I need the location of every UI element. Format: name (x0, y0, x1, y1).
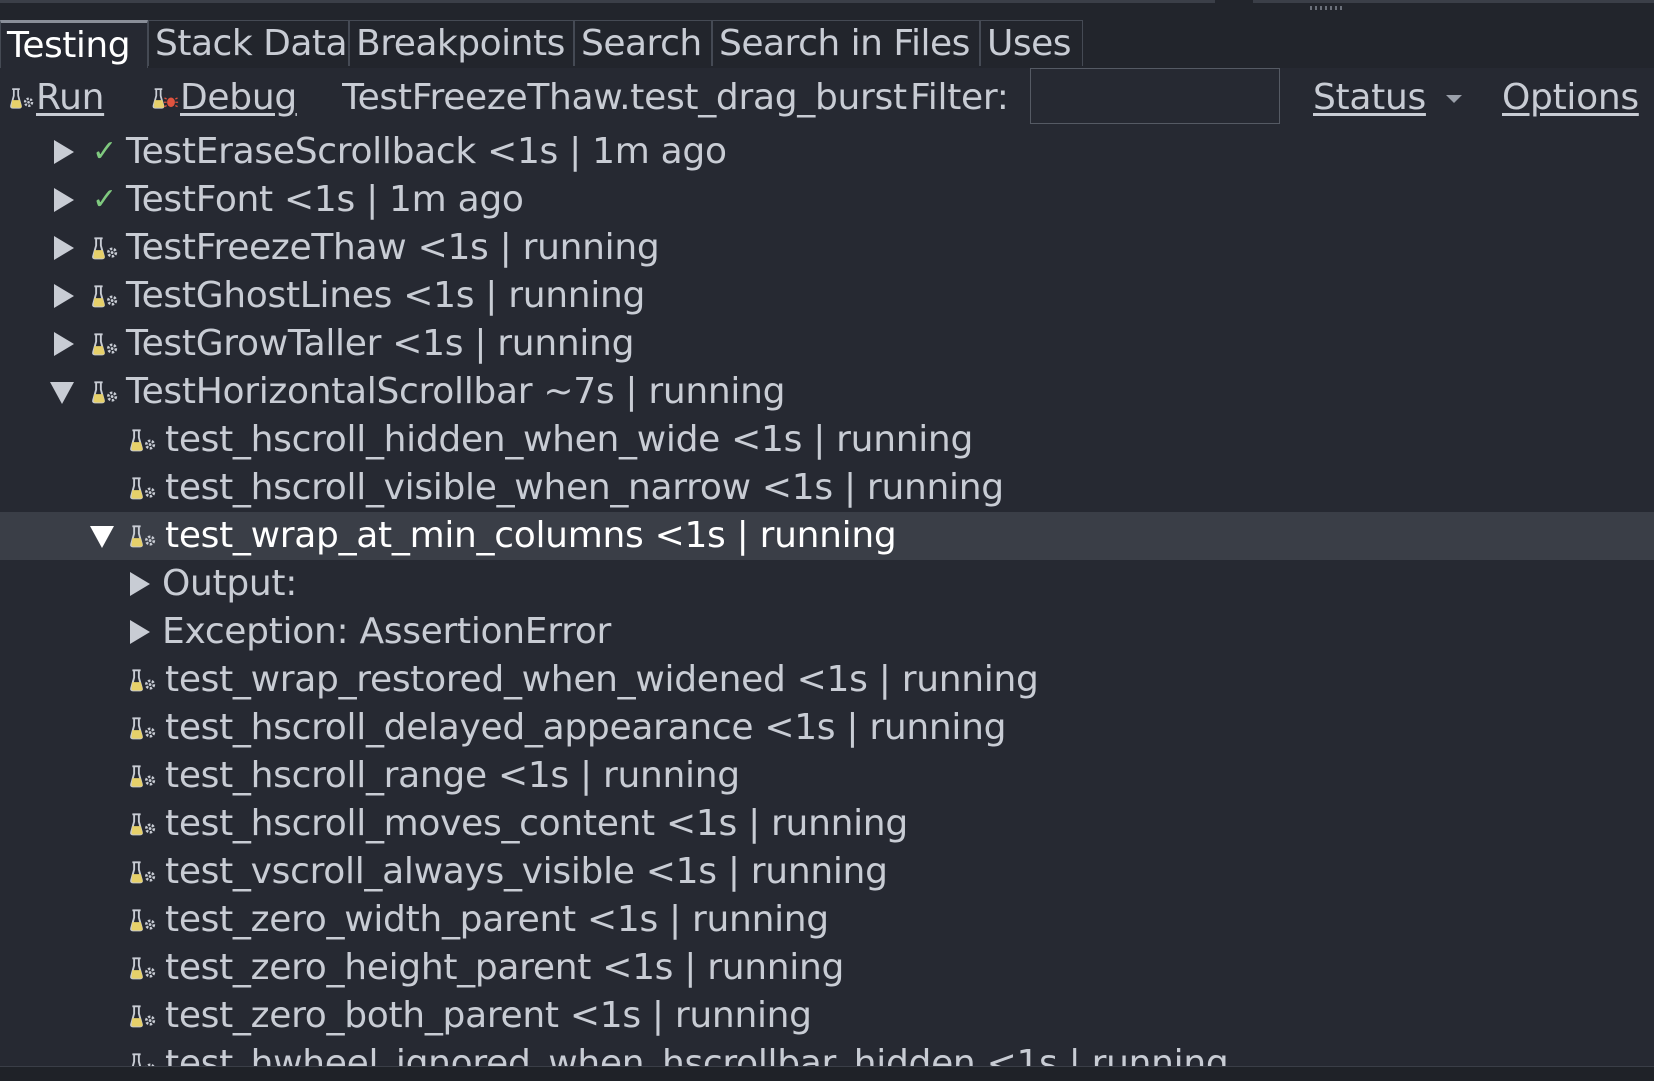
running-test-icon (91, 285, 118, 308)
tree-row[interactable]: ✓ TestEraseScrollback <1s | 1m ago (0, 128, 1654, 176)
tree-row[interactable]: test_zero_both_parent <1s | running (0, 992, 1654, 1040)
test-method-label: test_hscroll_delayed_appearance <1s | ru… (165, 707, 1007, 748)
run-button[interactable]: Run (8, 68, 104, 128)
running-test-icon (129, 1053, 156, 1066)
running-test-icon (91, 237, 118, 260)
test-method-label: test_hscroll_hidden_when_wide <1s | runn… (165, 419, 973, 460)
tree-row[interactable]: TestFreezeThaw <1s | running (0, 224, 1654, 272)
status-dropdown[interactable]: Status (1313, 68, 1462, 128)
panel-tab-bar: Testing Stack Data Breakpoints Search Se… (0, 18, 1654, 70)
tree-row[interactable]: test_zero_height_parent <1s | running (0, 944, 1654, 992)
tree-row[interactable]: test_hscroll_visible_when_narrow <1s | r… (0, 464, 1654, 512)
expand-arrow-icon[interactable] (50, 272, 78, 320)
expand-arrow-icon[interactable] (50, 224, 78, 272)
splitter-line (1253, 0, 1654, 3)
running-test-icon (129, 429, 156, 452)
running-test-icon (129, 717, 156, 740)
testing-toolbar: Run Debug TestFreezeThaw.test_drag_burst… (0, 68, 1654, 128)
test-method-label: test_vscroll_always_visible <1s | runnin… (165, 851, 888, 892)
test-method-label: test_hscroll_visible_when_narrow <1s | r… (165, 467, 1004, 508)
current-test-label: TestFreezeThaw.test_drag_burst (342, 77, 907, 118)
filter-input[interactable] (1030, 68, 1280, 124)
run-label: Run (36, 77, 105, 118)
chevron-down-icon (1445, 95, 1462, 103)
tab-testing[interactable]: Testing (0, 20, 148, 70)
tree-row[interactable]: test_hwheel_ignored_when_hscrollbar_hidd… (0, 1040, 1654, 1066)
expand-arrow-icon[interactable] (50, 320, 78, 368)
tree-row[interactable]: Output: (0, 560, 1654, 608)
running-test-icon (129, 765, 156, 788)
test-method-label: test_zero_width_parent <1s | running (165, 899, 829, 940)
test-method-label: test_zero_both_parent <1s | running (165, 995, 812, 1036)
options-button[interactable]: Options (1502, 68, 1639, 128)
tab-uses[interactable]: Uses (980, 20, 1083, 66)
test-class-label: TestGrowTaller <1s | running (126, 323, 635, 364)
test-method-label: test_wrap_at_min_columns <1s | running (165, 515, 897, 556)
expand-arrow-icon[interactable] (126, 608, 154, 656)
panel-bottom-edge (0, 1066, 1654, 1081)
expand-arrow-icon[interactable] (50, 128, 78, 176)
test-method-label: test_zero_height_parent <1s | running (165, 947, 845, 988)
expand-arrow-icon[interactable] (126, 560, 154, 608)
tab-search-in-files[interactable]: Search in Files (712, 20, 980, 66)
panel-top-strip (0, 0, 1654, 18)
drag-grip-icon[interactable] (1310, 6, 1344, 10)
running-test-icon (129, 477, 156, 500)
tree-row[interactable]: TestGrowTaller <1s | running (0, 320, 1654, 368)
tree-row[interactable]: test_vscroll_always_visible <1s | runnin… (0, 848, 1654, 896)
tree-row[interactable]: test_hscroll_hidden_when_wide <1s | runn… (0, 416, 1654, 464)
splitter-line (0, 0, 1215, 3)
tree-row-selected[interactable]: test_wrap_at_min_columns <1s | running (0, 512, 1654, 560)
test-method-label: test_hscroll_range <1s | running (165, 755, 740, 796)
tree-row[interactable]: Exception: AssertionError (0, 608, 1654, 656)
test-method-label: test_hwheel_ignored_when_hscrollbar_hidd… (165, 1043, 1229, 1066)
running-test-icon (129, 813, 156, 836)
running-test-icon (129, 861, 156, 884)
passed-check-icon: ✓ (92, 134, 117, 169)
test-method-label: test_hscroll_moves_content <1s | running (165, 803, 908, 844)
test-class-label: TestHorizontalScrollbar ~7s | running (126, 371, 786, 412)
status-label: Status (1313, 77, 1426, 118)
running-test-icon (129, 1005, 156, 1028)
running-test-icon (91, 381, 118, 404)
tree-row[interactable]: ✓ TestFont <1s | 1m ago (0, 176, 1654, 224)
tree-row[interactable]: test_hscroll_delayed_appearance <1s | ru… (0, 704, 1654, 752)
test-method-label: test_wrap_restored_when_widened <1s | ru… (165, 659, 1039, 700)
running-test-icon (91, 333, 118, 356)
test-class-label: TestFont <1s | 1m ago (126, 179, 524, 220)
running-test-icon (129, 957, 156, 980)
test-class-label: TestGhostLines <1s | running (126, 275, 646, 316)
debug-button[interactable]: Debug (150, 68, 297, 128)
running-test-icon (129, 909, 156, 932)
run-tests-icon (9, 87, 34, 109)
exception-node-label: Exception: AssertionError (162, 611, 612, 652)
running-test-icon (129, 525, 156, 548)
collapse-arrow-icon[interactable] (50, 368, 78, 416)
tree-row[interactable]: TestGhostLines <1s | running (0, 272, 1654, 320)
collapse-arrow-icon[interactable] (90, 512, 118, 560)
tree-row[interactable]: test_zero_width_parent <1s | running (0, 896, 1654, 944)
tree-row[interactable]: TestHorizontalScrollbar ~7s | running (0, 368, 1654, 416)
passed-check-icon: ✓ (92, 182, 117, 217)
expand-arrow-icon[interactable] (50, 176, 78, 224)
options-label: Options (1502, 77, 1639, 118)
tree-row[interactable]: test_hscroll_moves_content <1s | running (0, 800, 1654, 848)
test-class-label: TestEraseScrollback <1s | 1m ago (126, 131, 727, 172)
output-node-label: Output: (162, 563, 298, 604)
tree-row[interactable]: test_wrap_restored_when_widened <1s | ru… (0, 656, 1654, 704)
running-test-icon (129, 669, 156, 692)
tab-stack-data[interactable]: Stack Data (148, 20, 349, 66)
debug-label: Debug (180, 77, 297, 118)
tree-row[interactable]: test_hscroll_range <1s | running (0, 752, 1654, 800)
tab-search[interactable]: Search (574, 20, 712, 66)
tab-breakpoints[interactable]: Breakpoints (349, 20, 574, 66)
debug-tests-icon (152, 88, 179, 109)
test-class-label: TestFreezeThaw <1s | running (126, 227, 660, 268)
test-results-tree[interactable]: ✓ TestEraseScrollback <1s | 1m ago ✓ Tes… (0, 128, 1654, 1066)
filter-label: Filter: (910, 77, 1009, 118)
